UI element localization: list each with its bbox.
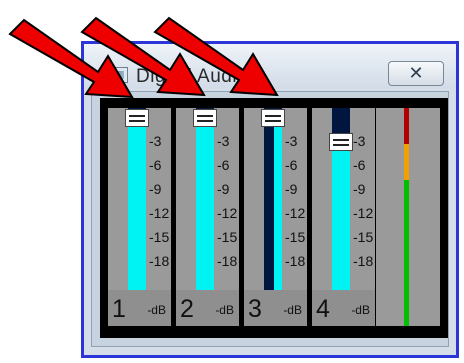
channel-label: 2 -dB (176, 290, 239, 326)
channel-label: 1 -dB (108, 290, 171, 326)
channel-strip-1: -3 -6 -9 -12 -15 -18 1 -dB (108, 108, 171, 326)
channel-level-fill (332, 140, 350, 290)
scale-ticks: -3 -6 -9 -12 -15 -18 (217, 108, 239, 290)
scale-tick-label: -18 (149, 253, 170, 269)
channel-number: 3 (248, 295, 262, 323)
scale-tick-label: -15 (149, 229, 170, 245)
digital-audio-window: Digital Audio ✕ -3 -6 -9 -12 -15 -18 1 -dB -3 -6-… (81, 41, 459, 358)
fader-handle[interactable] (125, 109, 149, 128)
channel-number: 1 (112, 295, 126, 323)
scale-tick-label: -15 (217, 229, 238, 245)
scale-tick-label: -6 (149, 157, 162, 173)
scale-tick-label: -6 (217, 157, 230, 173)
title-bar[interactable]: Digital Audio ✕ (84, 44, 456, 88)
close-button[interactable]: ✕ (388, 61, 444, 86)
channel-level-fill (128, 117, 146, 290)
channel-strip-4: -3 -6 -9 -12 -15 -18 4 -dB (312, 108, 375, 326)
channel-number: 4 (316, 295, 330, 323)
fader-handle[interactable] (261, 109, 285, 128)
scale-ticks: -3 -6 -9 -12 -15 -18 (353, 108, 375, 290)
scale-tick-label: -18 (285, 253, 306, 269)
scale-tick-label: -12 (217, 205, 238, 221)
channel-label: 3 -dB (244, 290, 307, 326)
scale-ticks: -3 -6 -9 -12 -15 -18 (149, 108, 171, 290)
scale-tick-label: -15 (353, 229, 374, 245)
app-icon (110, 67, 128, 83)
scale-tick-label: -15 (285, 229, 306, 245)
scale-tick-label: -3 (353, 133, 366, 149)
fader-handle[interactable] (329, 132, 353, 151)
scale-tick-label: -3 (149, 133, 162, 149)
master-level-bar (404, 108, 409, 326)
channel-fader-track[interactable] (196, 108, 214, 290)
scale-tick-label: -9 (217, 181, 230, 197)
channel-strip-3: -3 -6 -9 -12 -15 -18 3 -dB (244, 108, 307, 326)
scale-tick-label: -12 (285, 205, 306, 221)
channel-number: 2 (180, 295, 194, 323)
channel-unit: -dB (147, 303, 166, 317)
channel-strip-2: -3 -6 -9 -12 -15 -18 2 -dB (176, 108, 239, 326)
scale-tick-label: -9 (285, 181, 298, 197)
channel-level-fill (196, 117, 214, 290)
scale-tick-label: -12 (149, 205, 170, 221)
scale-tick-label: -18 (353, 253, 374, 269)
mixer-panel: -3 -6 -9 -12 -15 -18 1 -dB -3 -6 -9 -12 -15 -18 2 -dB -3… (100, 98, 448, 338)
scale-tick-label: -6 (285, 157, 298, 173)
channel-unit: -dB (351, 303, 370, 317)
master-meter (376, 108, 440, 326)
channel-fader-track[interactable] (128, 108, 146, 290)
channel-level-fill (274, 117, 282, 290)
scale-tick-label: -12 (353, 205, 374, 221)
channel-label: 4 -dB (312, 290, 375, 326)
channel-fader-track[interactable] (264, 108, 282, 290)
channel-unit: -dB (215, 303, 234, 317)
scale-tick-label: -3 (285, 133, 298, 149)
scale-tick-label: -9 (149, 181, 162, 197)
scale-tick-label: -3 (217, 133, 230, 149)
scale-tick-label: -6 (353, 157, 366, 173)
scale-ticks: -3 -6 -9 -12 -15 -18 (285, 108, 307, 290)
scale-tick-label: -9 (353, 181, 366, 197)
window-title: Digital Audio (136, 66, 249, 87)
fader-handle[interactable] (193, 109, 217, 128)
channel-unit: -dB (283, 303, 302, 317)
scale-tick-label: -18 (217, 253, 238, 269)
